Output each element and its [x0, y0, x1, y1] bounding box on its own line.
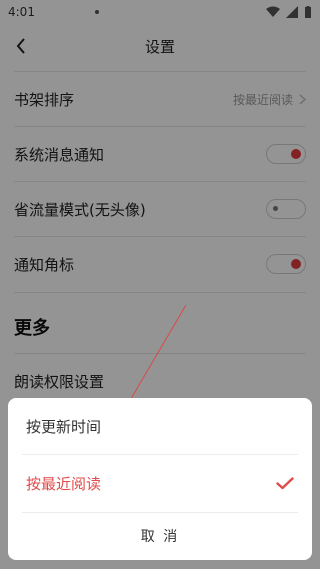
cancel-button[interactable]: 取 消 — [8, 513, 312, 559]
sort-option-recent-read[interactable]: 按最近阅读 — [8, 455, 312, 512]
sort-option-label: 按最近阅读 — [26, 475, 102, 493]
checkmark-icon — [276, 477, 294, 490]
sort-action-sheet: 按更新时间 按最近阅读 取 消 — [8, 398, 312, 560]
sort-option-label: 按更新时间 — [26, 417, 102, 436]
sort-option-update-time[interactable]: 按更新时间 — [8, 398, 312, 454]
